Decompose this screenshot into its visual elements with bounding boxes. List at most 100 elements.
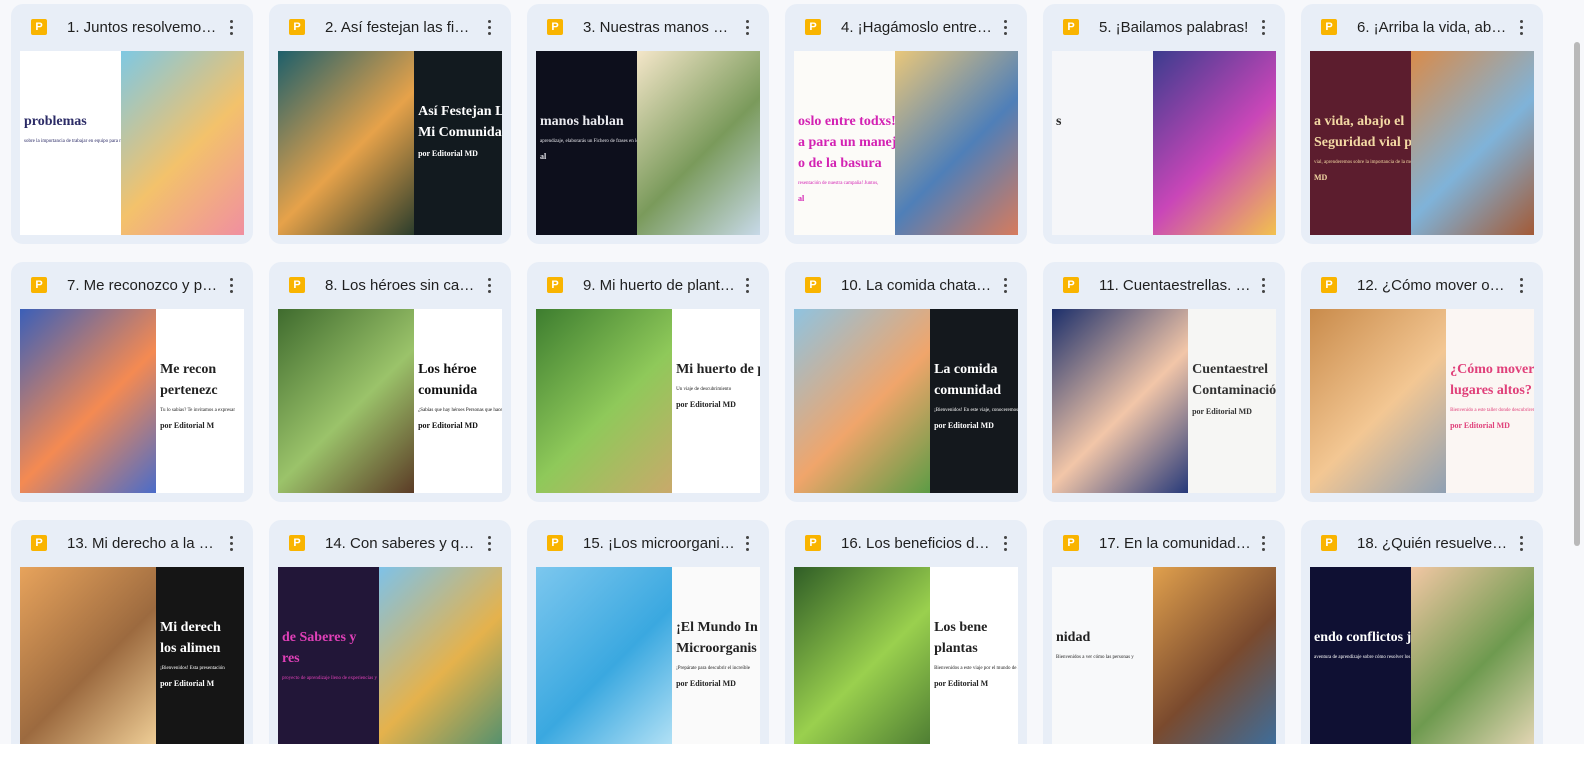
presentation-card[interactable]: P 7. Me reconozco y pertenezco Me recon p… bbox=[11, 262, 253, 502]
thumbnail-heading: Mi Comunidad bbox=[418, 125, 502, 140]
presentation-card[interactable]: P 1. Juntos resolvemos problemas problem… bbox=[11, 4, 253, 244]
presentation-card[interactable]: P 15. ¡Los microorganismos! ¡El Mundo In… bbox=[527, 520, 769, 760]
card-title[interactable]: 8. Los héroes sin capa de mi comunidad bbox=[325, 277, 477, 294]
card-title[interactable]: 6. ¡Arriba la vida, abajo el peligro! bbox=[1357, 19, 1509, 36]
more-options-icon[interactable] bbox=[993, 531, 1017, 555]
slide-thumbnail[interactable]: nidad Bienvenidos a ver cómo las personas… bbox=[1052, 567, 1276, 751]
slide-thumbnail[interactable]: ¿Cómo mover lugares altos? Bienvenido a es… bbox=[1310, 309, 1534, 493]
thumbnail-illustration bbox=[794, 567, 931, 751]
presentation-card[interactable]: P 12. ¿Cómo mover objetos a lugares alto… bbox=[1301, 262, 1543, 502]
slide-thumbnail[interactable]: oslo entre todxs! a para un manejo o de la… bbox=[794, 51, 1018, 235]
thumbnail-heading: a para un manejo bbox=[798, 135, 895, 150]
card-title[interactable]: 1. Juntos resolvemos problemas bbox=[67, 19, 219, 36]
card-title[interactable]: 4. ¡Hagámoslo entre todxs! bbox=[841, 19, 993, 36]
card-title[interactable]: 15. ¡Los microorganismos! bbox=[583, 535, 735, 552]
slide-thumbnail[interactable]: s bbox=[1052, 51, 1276, 235]
slide-thumbnail[interactable]: endo conflictos juntos! aventura de apren… bbox=[1310, 567, 1534, 751]
presentation-card[interactable]: P 9. Mi huerto de plantas Mi huerto de p… bbox=[527, 262, 769, 502]
slide-thumbnail[interactable]: ¡El Mundo In Microorganis ¡Prepárate para … bbox=[536, 567, 760, 751]
card-title[interactable]: 14. Con saberes y quehaceres bbox=[325, 535, 477, 552]
thumbnail-byline: al bbox=[540, 152, 547, 161]
thumbnail-text-panel: manos hablan aprendizaje, elaborarás un F… bbox=[536, 51, 637, 235]
more-options-icon[interactable] bbox=[1509, 15, 1533, 39]
presentation-card[interactable]: P 8. Los héroes sin capa de mi comunidad… bbox=[269, 262, 511, 502]
more-options-icon[interactable] bbox=[993, 273, 1017, 297]
thumbnail-illustration bbox=[378, 567, 502, 751]
thumbnail-heading: pertenezc bbox=[160, 383, 218, 398]
thumbnail-illustration bbox=[278, 309, 415, 493]
card-title[interactable]: 13. Mi derecho a la alimentación bbox=[67, 535, 219, 552]
more-options-icon[interactable] bbox=[1251, 15, 1275, 39]
more-options-icon[interactable] bbox=[219, 531, 243, 555]
thumbnail-illustration bbox=[894, 51, 1018, 235]
slide-thumbnail[interactable]: Así Festejan L Mi Comunidad por Editorial … bbox=[278, 51, 502, 235]
thumbnail-heading: o de la basura bbox=[798, 156, 882, 171]
thumbnail-text-panel: Así Festejan L Mi Comunidad por Editorial … bbox=[414, 51, 502, 235]
card-title[interactable]: 5. ¡Bailamos palabras! bbox=[1099, 19, 1251, 36]
card-title[interactable]: 3. Nuestras manos hablan bbox=[583, 19, 735, 36]
card-title[interactable]: 10. La comida chatarra en mi comunidad bbox=[841, 277, 993, 294]
slide-thumbnail[interactable]: La comida comunidad ¡Bienvenidos! En este … bbox=[794, 309, 1018, 493]
more-options-icon[interactable] bbox=[219, 15, 243, 39]
thumbnail-byline: por Editorial M bbox=[160, 679, 215, 688]
more-options-icon[interactable] bbox=[1251, 531, 1275, 555]
card-title[interactable]: 9. Mi huerto de plantas bbox=[583, 277, 735, 294]
card-title[interactable]: 2. Así festejan las fiestas en mi comuni… bbox=[325, 19, 477, 36]
thumbnail-illustration bbox=[120, 51, 244, 235]
card-title[interactable]: 12. ¿Cómo mover objetos a lugares altos? bbox=[1357, 277, 1509, 294]
card-title[interactable]: 16. Los beneficios de las plantas bbox=[841, 535, 993, 552]
more-options-icon[interactable] bbox=[993, 15, 1017, 39]
card-title[interactable]: 7. Me reconozco y pertenezco bbox=[67, 277, 219, 294]
presentation-card[interactable]: P 4. ¡Hagámoslo entre todxs! oslo entre … bbox=[785, 4, 1027, 244]
more-options-icon[interactable] bbox=[477, 273, 501, 297]
presentation-card[interactable]: P 13. Mi derecho a la alimentación Mi de… bbox=[11, 520, 253, 760]
card-title[interactable]: 17. En la comunidad nos organizamos bbox=[1099, 535, 1251, 552]
presentation-card[interactable]: P 3. Nuestras manos hablan manos hablan a… bbox=[527, 4, 769, 244]
slide-thumbnail[interactable]: problemas sobre la importancia de trabaja… bbox=[20, 51, 244, 235]
slide-thumbnail[interactable]: Mi huerto de p Un viaje de descubrimiento… bbox=[536, 309, 760, 493]
card-title[interactable]: 11. Cuentaestrellas. Contaminación lumín… bbox=[1099, 277, 1251, 294]
slide-thumbnail[interactable]: Los bene plantas Bienvenidos a este viaje … bbox=[794, 567, 1018, 751]
presentation-card[interactable]: P 10. La comida chatarra en mi comunidad… bbox=[785, 262, 1027, 502]
thumbnail-byline: por Editorial MD bbox=[676, 679, 736, 688]
presentation-card[interactable]: P 5. ¡Bailamos palabras! s bbox=[1043, 4, 1285, 244]
thumbnail-heading: Así Festejan L bbox=[418, 104, 502, 119]
more-options-icon[interactable] bbox=[219, 273, 243, 297]
presentation-card[interactable]: P 6. ¡Arriba la vida, abajo el peligro! … bbox=[1301, 4, 1543, 244]
slides-file-icon: P bbox=[805, 535, 821, 551]
slide-thumbnail[interactable]: Los héroe comunida ¿Sabías que hay héroes … bbox=[278, 309, 502, 493]
presentation-card[interactable]: P 14. Con saberes y quehaceres de Sabere… bbox=[269, 520, 511, 760]
more-options-icon[interactable] bbox=[735, 531, 759, 555]
slides-file-icon: P bbox=[1063, 535, 1079, 551]
more-options-icon[interactable] bbox=[477, 531, 501, 555]
card-header: P 14. Con saberes y quehaceres bbox=[269, 520, 511, 566]
thumbnail-heading: oslo entre todxs! bbox=[798, 114, 895, 129]
presentation-card[interactable]: P 16. Los beneficios de las plantas Los … bbox=[785, 520, 1027, 760]
card-title[interactable]: 18. ¿Quién resuelve los conflictos? bbox=[1357, 535, 1509, 552]
slide-thumbnail[interactable]: de Saberes y res proyecto de aprendizaje l… bbox=[278, 567, 502, 751]
more-options-icon[interactable] bbox=[735, 15, 759, 39]
slides-file-icon: P bbox=[805, 277, 821, 293]
slide-thumbnail[interactable]: Me recon pertenezc Tu lo sabías? Te invita… bbox=[20, 309, 244, 493]
thumbnail-text-panel: Los bene plantas Bienvenidos a este viaje … bbox=[930, 567, 1018, 751]
more-options-icon[interactable] bbox=[735, 273, 759, 297]
more-options-icon[interactable] bbox=[1509, 531, 1533, 555]
vertical-scrollbar[interactable] bbox=[1574, 42, 1580, 546]
slide-thumbnail[interactable]: manos hablan aprendizaje, elaborarás un F… bbox=[536, 51, 760, 235]
card-header: P 12. ¿Cómo mover objetos a lugares alto… bbox=[1301, 262, 1543, 308]
presentation-card[interactable]: P 18. ¿Quién resuelve los conflictos? en… bbox=[1301, 520, 1543, 760]
more-options-icon[interactable] bbox=[1509, 273, 1533, 297]
slide-thumbnail[interactable]: Mi derech los alimen ¡Bienvenidos! Esta pr… bbox=[20, 567, 244, 751]
thumbnail-text-panel: Mi huerto de p Un viaje de descubrimiento… bbox=[672, 309, 760, 493]
slide-thumbnail[interactable]: a vida, abajo el Seguridad vial para vial,… bbox=[1310, 51, 1534, 235]
thumbnail-heading: Los héroe bbox=[418, 362, 477, 377]
thumbnail-body-text: aprendizaje, elaborarás un Fichero de fr… bbox=[540, 139, 637, 144]
slide-thumbnail[interactable]: Cuentaestrel Contaminació por Editorial MD bbox=[1052, 309, 1276, 493]
thumbnail-byline: por Editorial M bbox=[934, 679, 989, 688]
presentation-card[interactable]: P 17. En la comunidad nos organizamos ni… bbox=[1043, 520, 1285, 760]
card-header: P 16. Los beneficios de las plantas bbox=[785, 520, 1027, 566]
presentation-card[interactable]: P 2. Así festejan las fiestas en mi comu… bbox=[269, 4, 511, 244]
presentation-card[interactable]: P 11. Cuentaestrellas. Contaminación lum… bbox=[1043, 262, 1285, 502]
more-options-icon[interactable] bbox=[477, 15, 501, 39]
more-options-icon[interactable] bbox=[1251, 273, 1275, 297]
